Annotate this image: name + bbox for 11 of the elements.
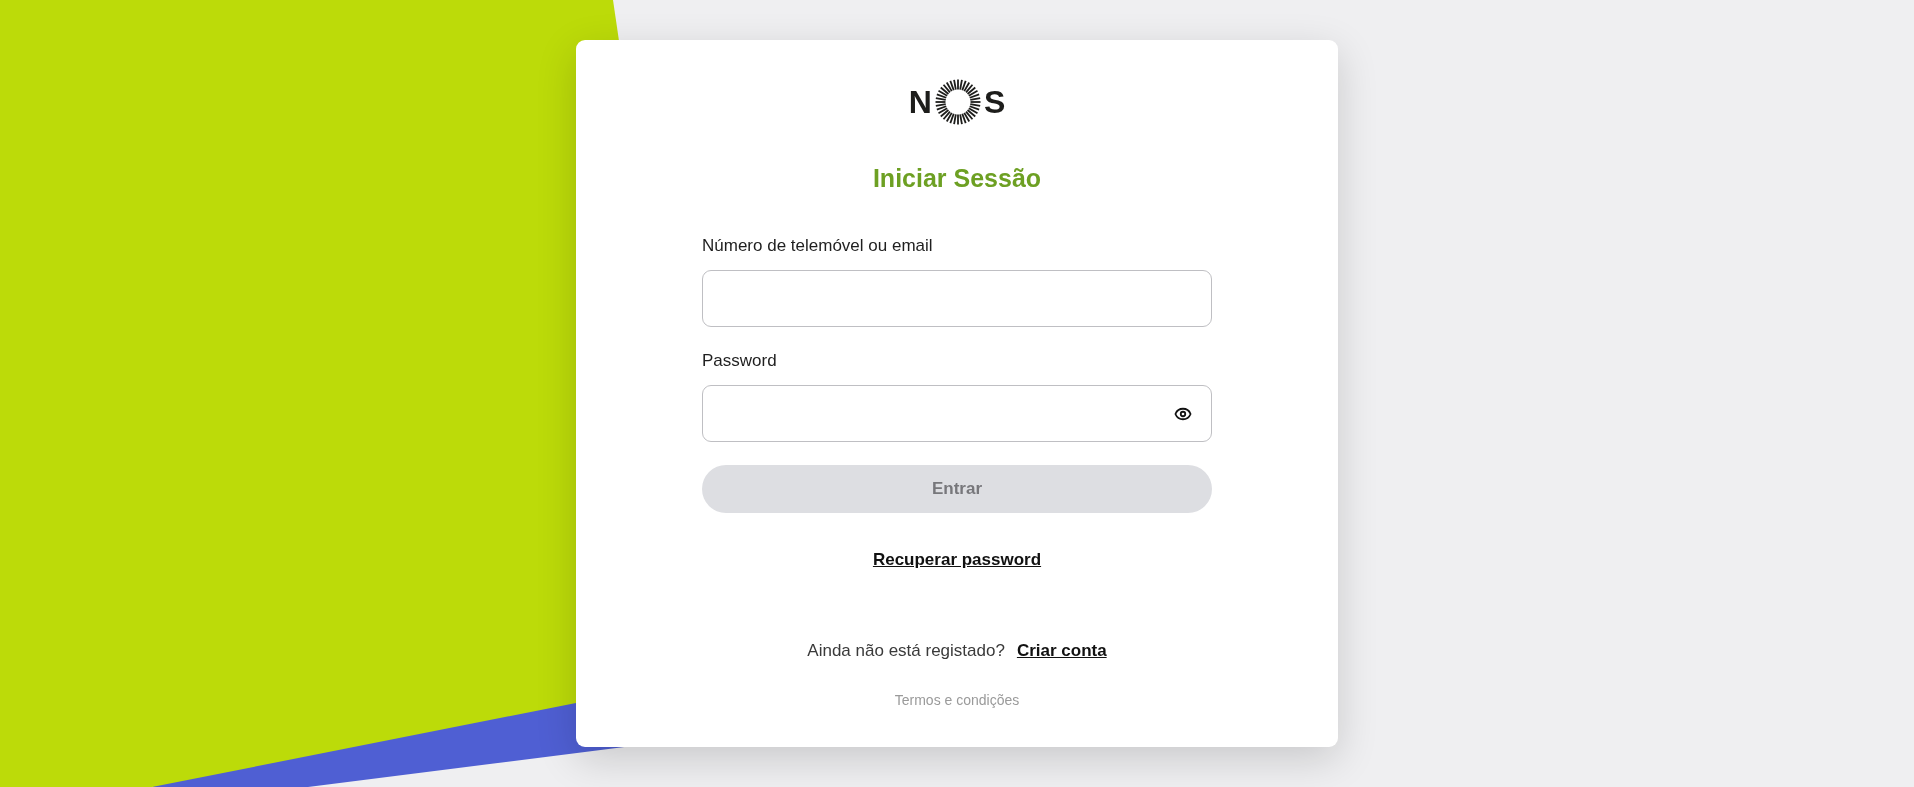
recover-password-link[interactable]: Recuperar password bbox=[872, 548, 1042, 572]
input-field[interactable] bbox=[702, 270, 1212, 327]
field-label: Número de telemóvel ou email bbox=[702, 235, 934, 257]
page-title: Iniciar Sessão bbox=[872, 163, 1042, 194]
logo-letter: S bbox=[983, 86, 1006, 118]
create-account-link[interactable]: Criar conta bbox=[1016, 639, 1107, 663]
signup-prompt: Ainda não está registado? bbox=[807, 640, 1005, 662]
logo-letter: N bbox=[908, 86, 932, 118]
field-label: Password bbox=[702, 350, 778, 372]
password-field[interactable] bbox=[702, 385, 1212, 442]
sunburst-logo-icon bbox=[934, 79, 981, 125]
